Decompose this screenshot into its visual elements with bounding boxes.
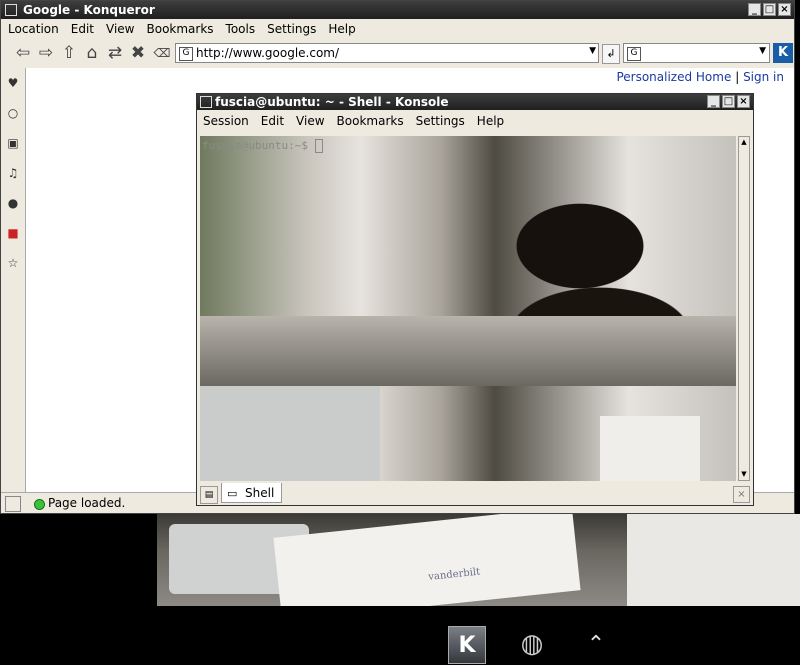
konsole-menu-edit[interactable]: Edit — [255, 110, 290, 134]
home-icon[interactable]: ⌂ — [82, 43, 102, 63]
konqueror-menubar: Location Edit View Bookmarks Tools Setti… — [1, 19, 794, 40]
sidebar-root-icon[interactable]: ■ — [6, 226, 20, 240]
statusbar-toggle-icon[interactable] — [5, 496, 21, 512]
wallpaper-paper-right — [627, 514, 800, 606]
konsole-close-button[interactable]: × — [737, 95, 750, 108]
konsole-title: fuscia@ubuntu: ~ - Shell - Konsole — [215, 95, 449, 109]
window-title: Google - Konqueror — [23, 3, 155, 17]
url-input[interactable]: G http://www.google.com/ ▼ — [175, 43, 599, 63]
scroll-down-icon[interactable]: ▼ — [739, 469, 749, 480]
konqueror-titlebar[interactable]: Google - Konqueror _ □ × — [1, 1, 794, 19]
tab-shell[interactable]: ▭ Shell — [221, 483, 282, 503]
sidebar-services-icon[interactable]: ☆ — [6, 256, 20, 270]
menu-tools[interactable]: Tools — [220, 19, 262, 40]
text-cursor — [314, 139, 323, 153]
status-indicator-icon — [34, 499, 45, 510]
stop-icon[interactable]: ✖ — [128, 43, 148, 63]
close-button[interactable]: × — [778, 3, 791, 16]
back-icon[interactable]: ⇦ — [13, 43, 33, 63]
shell-tab-icon: ▭ — [227, 487, 238, 500]
google-top-links: Personalized Home | Sign in — [616, 70, 784, 84]
terminal-bg-paper — [600, 416, 700, 481]
url-dropdown-icon[interactable]: ▼ — [589, 46, 596, 56]
sidebar-media-icon[interactable]: ♫ — [6, 166, 20, 180]
menu-location[interactable]: Location — [1, 19, 65, 40]
search-engine-icon[interactable]: G — [627, 47, 641, 61]
sign-in-link[interactable]: Sign in — [743, 70, 784, 84]
window-menu-icon[interactable] — [5, 4, 17, 16]
tab-shell-label: Shell — [245, 486, 275, 500]
sidebar-history-icon[interactable]: ○ — [6, 106, 20, 120]
sidebar-network-icon[interactable]: ● — [6, 196, 20, 210]
shell-prompt: fuscia@ubuntu:~$ — [202, 139, 323, 153]
konqueror-toolbar: ⇦ ⇨ ⇧ ⌂ ⇄ ✖ ⌫ G http://www.google.com/ ▼… — [1, 41, 794, 67]
site-favicon-icon: G — [179, 47, 193, 61]
status-text: Page loaded. — [48, 496, 126, 510]
maximize-button[interactable]: □ — [763, 3, 776, 16]
search-input[interactable]: G ▼ — [623, 43, 770, 63]
konsole-titlebar[interactable]: fuscia@ubuntu: ~ - Shell - Konsole _ □ × — [197, 94, 753, 110]
menu-edit[interactable]: Edit — [65, 19, 100, 40]
desktop-wallpaper: vanderbilt — [157, 514, 800, 606]
up-icon[interactable]: ⇧ — [59, 43, 79, 63]
konsole-maximize-button[interactable]: □ — [722, 95, 735, 108]
shell-prompt-text: fuscia@ubuntu:~$ — [202, 139, 308, 152]
personalized-home-link[interactable]: Personalized Home — [616, 70, 731, 84]
konsole-minimize-button[interactable]: _ — [707, 95, 720, 108]
terminal-area[interactable]: fuscia@ubuntu:~$ — [200, 136, 736, 481]
konsole-menu-session[interactable]: Session — [197, 110, 255, 134]
konsole-menu-help[interactable]: Help — [471, 110, 510, 134]
search-dropdown-icon[interactable]: ▼ — [759, 46, 766, 56]
link-separator: | — [735, 70, 740, 84]
konsole-menubar: Session Edit View Bookmarks Settings Hel… — [197, 110, 753, 134]
menu-help[interactable]: Help — [322, 19, 361, 40]
forward-icon[interactable]: ⇨ — [36, 43, 56, 63]
go-button[interactable]: ↲ — [602, 44, 620, 64]
terminal-bg-windowsill — [200, 316, 736, 386]
menu-settings[interactable]: Settings — [261, 19, 322, 40]
sidebar-tabs: ♥ ○ ▣ ♫ ● ■ ☆ — [1, 68, 26, 492]
up-arrow-icon[interactable]: ⌃ — [578, 626, 614, 662]
terminal-scrollbar[interactable]: ▲ ▼ — [738, 136, 750, 481]
konsole-window-menu-icon[interactable] — [200, 96, 212, 108]
wallpaper-note: vanderbilt — [427, 566, 481, 583]
scroll-up-icon[interactable]: ▲ — [739, 137, 749, 148]
konsole-menu-view[interactable]: View — [290, 110, 330, 134]
minimize-button[interactable]: _ — [748, 3, 761, 16]
konsole-menu-bookmarks[interactable]: Bookmarks — [331, 110, 410, 134]
globe-icon[interactable]: ◍ — [514, 626, 550, 662]
taskbar: K ◍ ⌃ — [0, 606, 800, 665]
wallpaper-paper: vanderbilt — [273, 514, 581, 606]
terminal-bg-phone — [200, 386, 380, 481]
konsole-menu-settings[interactable]: Settings — [410, 110, 471, 134]
konqueror-logo-icon: K — [773, 43, 793, 63]
url-text: http://www.google.com/ — [196, 46, 340, 60]
new-session-icon[interactable]: ▤ — [200, 486, 218, 504]
konsole-tabbar: ▤ ▭ Shell × — [197, 483, 753, 505]
close-session-icon[interactable]: × — [733, 486, 750, 503]
sidebar-bookmarks-icon[interactable]: ♥ — [6, 76, 20, 90]
reload-icon[interactable]: ⇄ — [105, 43, 125, 63]
menu-view[interactable]: View — [100, 19, 140, 40]
kde-menu-icon[interactable]: K — [448, 626, 486, 664]
konsole-window: fuscia@ubuntu: ~ - Shell - Konsole _ □ ×… — [196, 93, 754, 506]
sidebar-home-icon[interactable]: ▣ — [6, 136, 20, 150]
menu-bookmarks[interactable]: Bookmarks — [141, 19, 220, 40]
clear-location-icon[interactable]: ⌫ — [152, 43, 172, 63]
